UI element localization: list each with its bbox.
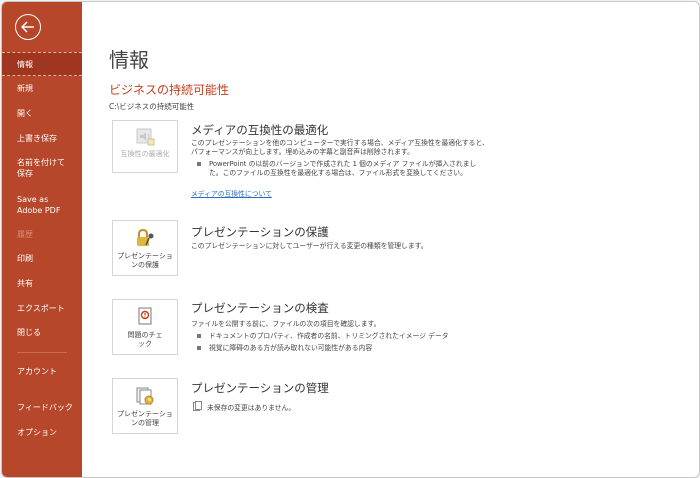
sidebar-item-account[interactable]: アカウント xyxy=(2,366,62,377)
bullet-marker xyxy=(197,334,201,338)
sidebar-divider xyxy=(17,352,67,353)
tile-label: 互換性の最適化 xyxy=(120,150,170,158)
unsaved-changes-note: 未保存の変更はありません。 xyxy=(207,404,296,412)
protect-presentation-button[interactable]: プレゼンテーションの保護 xyxy=(112,220,178,276)
section-heading-media: メディアの互換性の最適化 xyxy=(191,123,329,137)
bullet-text: 視覚に障碍のある方が読み取れない可能性がある内容 xyxy=(209,344,373,352)
sidebar-item-save-as-pdf[interactable]: Save as Adobe PDF xyxy=(2,194,72,216)
backstage-window: 情報 新規 開く 上書き保存 名前を付けて保存 Save as Adobe PD… xyxy=(1,1,700,478)
document-path[interactable]: C:\ビジネスの持続可能性 xyxy=(109,101,194,112)
manage-presentation-button[interactable]: プレゼンテーションの管理 xyxy=(112,378,178,434)
bullet-marker xyxy=(197,346,201,350)
lock-key-icon xyxy=(137,228,154,246)
optimize-compatibility-button: 互換性の最適化 xyxy=(112,120,178,173)
bullet-text: ドキュメントのプロパティ、作成者の名前、トリミングされたイメージ データ xyxy=(209,332,449,340)
sidebar-item-share[interactable]: 共有 xyxy=(2,278,82,289)
document-icon xyxy=(193,401,202,411)
check-issues-button[interactable]: 問題のチェック xyxy=(112,299,178,355)
manage-versions-icon xyxy=(136,387,154,405)
sidebar-item-info[interactable]: 情報 xyxy=(2,52,82,76)
bullet-text: PowerPoint の以前のバージョンで作成された 1 個のメディア ファイル… xyxy=(209,160,477,177)
media-speaker-icon xyxy=(136,128,155,146)
inspect-bullet: ドキュメントのプロパティ、作成者の名前、トリミングされたイメージ データ xyxy=(197,332,487,341)
document-name: ビジネスの持続可能性 xyxy=(109,83,230,97)
media-bullet: PowerPoint の以前のバージョンで作成された 1 個のメディア ファイル… xyxy=(197,160,487,178)
section-heading-manage: プレゼンテーションの管理 xyxy=(191,381,329,395)
page-title: 情報 xyxy=(109,48,149,72)
section-desc-inspect: ファイルを公開する前に、ファイルの次の項目を確認します。 xyxy=(191,320,381,328)
backstage-sidebar: 情報 新規 開く 上書き保存 名前を付けて保存 Save as Adobe PD… xyxy=(2,2,82,477)
inspect-document-icon xyxy=(138,307,152,325)
sidebar-item-feedback[interactable]: フィードバック xyxy=(2,402,82,413)
section-desc-protect: このプレゼンテーションに対してユーザーが行える変更の種類を管理します。 xyxy=(191,242,428,250)
sidebar-item-options[interactable]: オプション xyxy=(2,427,82,438)
inspect-bullet: 視覚に障碍のある方が読み取れない可能性がある内容 xyxy=(197,344,487,353)
back-button[interactable] xyxy=(15,14,41,40)
sidebar-item-save[interactable]: 上書き保存 xyxy=(2,133,82,144)
bullet-marker xyxy=(197,162,201,166)
section-heading-inspect: プレゼンテーションの検査 xyxy=(191,301,329,315)
sidebar-item-save-as[interactable]: 名前を付けて保存 xyxy=(2,157,72,179)
sidebar-item-history: 履歴 xyxy=(17,230,33,239)
tile-label: プレゼンテーションの保護 xyxy=(117,252,173,269)
media-compat-link[interactable]: メディアの互換性について xyxy=(191,188,272,198)
sidebar-item-export[interactable]: エクスポート xyxy=(2,303,82,314)
back-arrow-icon xyxy=(21,21,34,33)
sidebar-item-label: 情報 xyxy=(17,59,33,69)
sidebar-item-close[interactable]: 閉じる xyxy=(2,327,82,338)
sidebar-item-print[interactable]: 印刷 xyxy=(2,253,82,264)
info-panel: 情報 ビジネスの持続可能性 C:\ビジネスの持続可能性 互換性の最適化 メディア… xyxy=(82,2,699,477)
sidebar-item-new[interactable]: 新規 xyxy=(2,83,82,94)
tile-label: プレゼンテーションの管理 xyxy=(117,410,173,427)
sidebar-item-open[interactable]: 開く xyxy=(2,108,82,119)
tile-label: 問題のチェック xyxy=(127,331,163,348)
section-desc-media: このプレゼンテーションを他のコンピューターで実行する場合、メディア互換性を最適化… xyxy=(191,139,489,156)
section-heading-protect: プレゼンテーションの保護 xyxy=(191,225,329,239)
